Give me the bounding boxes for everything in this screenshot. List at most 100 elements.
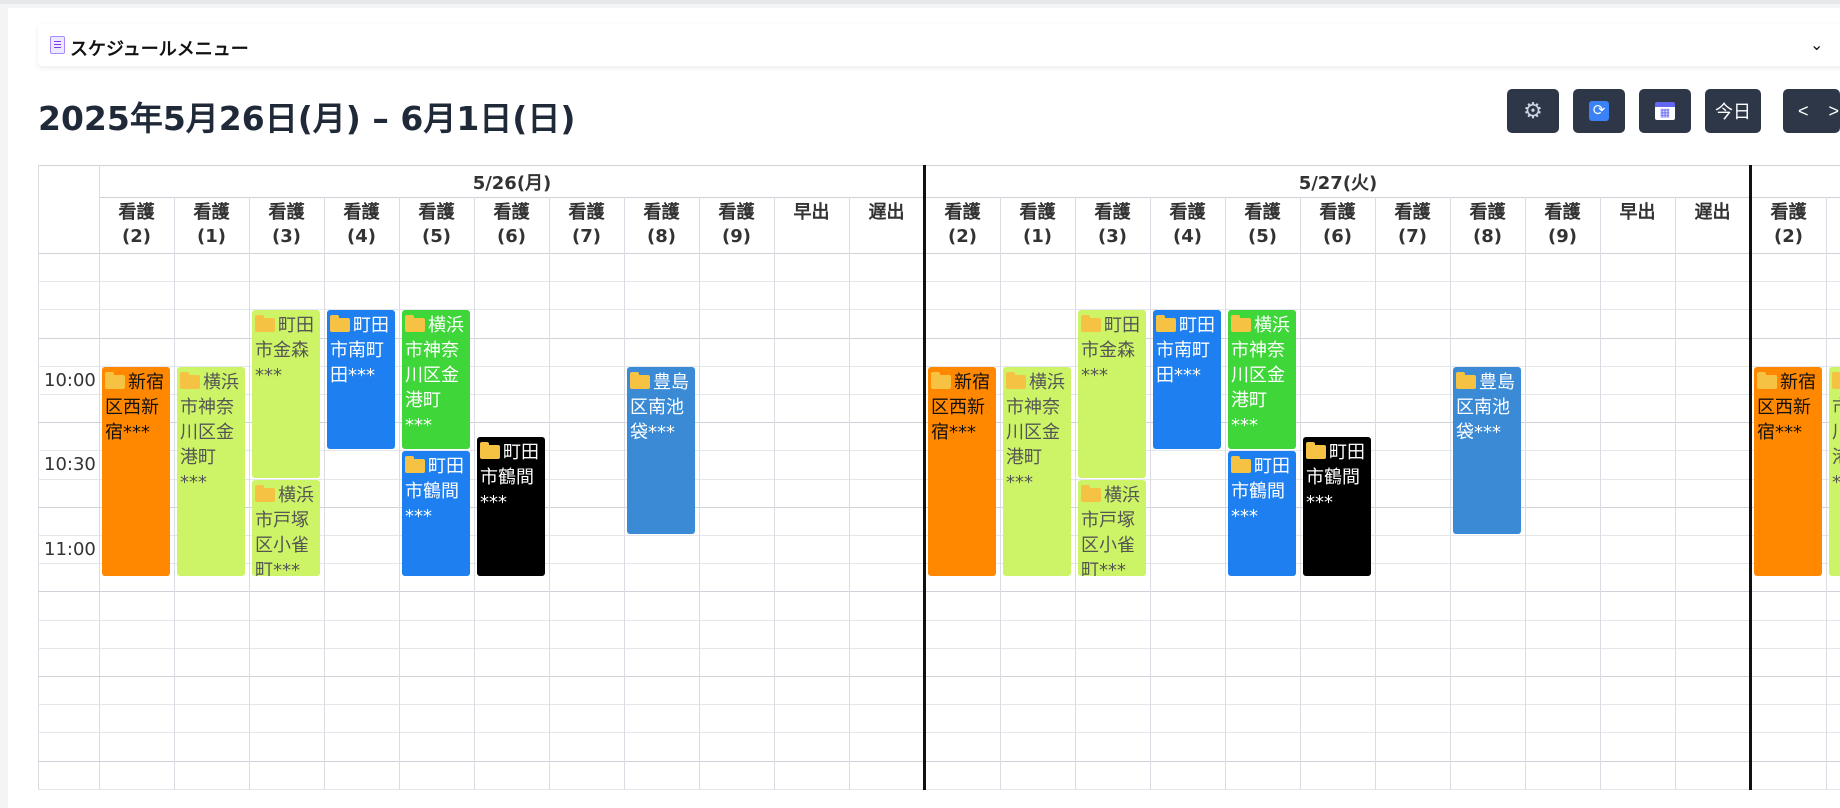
- column-divider: [1150, 197, 1151, 790]
- calendar-button[interactable]: ▦: [1639, 89, 1691, 133]
- hour-line: [38, 676, 1840, 677]
- schedule-event[interactable]: 町田市南町田***: [327, 310, 395, 450]
- event-title: 横浜市神奈川区金港町***: [1006, 371, 1065, 493]
- next-button[interactable]: >: [1829, 101, 1840, 122]
- column-divider: [1450, 197, 1451, 790]
- column-header: 看護 (3): [1094, 202, 1131, 247]
- time-column-border: [99, 165, 100, 790]
- column-divider: [774, 197, 775, 790]
- column-header: 看護 (3): [268, 202, 305, 247]
- schedule-event[interactable]: 横浜市神奈川区金港町***: [177, 366, 245, 577]
- column-header: 看護 (6): [1319, 202, 1356, 247]
- column-header: 看護 (8): [1469, 202, 1506, 247]
- time-label: 11:00: [44, 539, 96, 560]
- top-bar: [0, 0, 1840, 4]
- day-header: 5/27(火): [1298, 173, 1378, 194]
- folder-icon: [1832, 371, 1840, 389]
- folder-icon: [1006, 371, 1026, 389]
- column-divider: [399, 197, 400, 790]
- schedule-event[interactable]: 新宿区西新宿***: [102, 366, 170, 577]
- column-divider: [174, 197, 175, 790]
- schedule-event[interactable]: 新宿区西新宿***: [928, 366, 996, 577]
- column-divider: [474, 197, 475, 790]
- column-header: 看護 (4): [1169, 202, 1206, 247]
- column-divider: [324, 197, 325, 790]
- slot-line: [38, 619, 1840, 621]
- day-header-separator: [99, 197, 1840, 198]
- column-header: 看護 (9): [718, 202, 755, 247]
- day-divider: [923, 165, 926, 790]
- schedule-event[interactable]: 町田市鶴間***: [402, 451, 470, 577]
- folder-icon: [330, 315, 350, 333]
- column-header: 看護 (8): [643, 202, 680, 247]
- column-header: 看護 (5): [418, 202, 455, 247]
- folder-icon: [255, 484, 275, 502]
- slot-line: [38, 647, 1840, 649]
- folder-icon: [630, 371, 650, 389]
- schedule-event[interactable]: 豊島区南池袋***: [627, 366, 695, 534]
- column-header: 看護 (2): [1770, 202, 1807, 247]
- column-divider: [624, 197, 625, 790]
- column-divider: [1600, 197, 1601, 790]
- calendar-icon: ▦: [1655, 102, 1675, 120]
- column-header: 看護 (1): [1019, 202, 1056, 247]
- schedule-event[interactable]: 町田市南町田***: [1153, 310, 1221, 450]
- schedule-event[interactable]: 町田市鶴間***: [477, 437, 545, 577]
- slot-line: [38, 732, 1840, 734]
- schedule-menu[interactable]: スケジュールメニュー ⌄: [38, 24, 1840, 66]
- time-label: 10:00: [44, 369, 96, 391]
- schedule-event[interactable]: 町田市金森***: [252, 310, 320, 478]
- memo-icon: [50, 36, 65, 54]
- schedule-event[interactable]: 横浜市戸塚区小雀町***: [252, 479, 320, 577]
- prev-button[interactable]: <: [1798, 101, 1809, 122]
- folder-icon: [180, 371, 200, 389]
- schedule-event[interactable]: 新宿区西新宿***: [1754, 366, 1822, 577]
- schedule-event[interactable]: 町田市鶴間***: [1303, 437, 1371, 577]
- folder-icon: [105, 371, 125, 389]
- column-divider: [1375, 197, 1376, 790]
- schedule-event[interactable]: 横浜市神奈川区金港町***: [402, 310, 470, 450]
- schedule-event[interactable]: 横浜市神奈川区金港町***: [1228, 310, 1296, 450]
- column-header: 看護 (9): [1544, 202, 1581, 247]
- column-divider: [1675, 197, 1676, 790]
- schedule-grid: 5/26(月) 看護 (2) 看護 (1) 看護 (3) 看護 (4) 看護 (5) 看護 …: [38, 165, 1840, 790]
- column-header: 早出: [793, 202, 830, 223]
- today-button[interactable]: 今日: [1705, 89, 1761, 133]
- column-divider: [699, 197, 700, 790]
- column-header: 看護 (5): [1244, 202, 1281, 247]
- schedule-event[interactable]: 横浜市戸塚区小雀町***: [1078, 479, 1146, 577]
- folder-icon: [405, 315, 425, 333]
- chevron-down-icon[interactable]: ⌄: [1810, 35, 1823, 54]
- grid-top-border: [38, 165, 1840, 166]
- nav-button-group[interactable]: < >: [1783, 89, 1840, 133]
- refresh-button[interactable]: ⟳: [1573, 89, 1625, 133]
- schedule-event[interactable]: 豊島区南池袋***: [1453, 366, 1521, 534]
- column-header: 看護 (2): [118, 202, 155, 247]
- event-title: 横浜市神奈川区金港町***: [1832, 372, 1840, 493]
- folder-icon: [1306, 442, 1326, 460]
- folder-icon: [1081, 484, 1101, 502]
- folder-icon: [405, 456, 425, 474]
- slot-line: [38, 704, 1840, 706]
- schedule-event[interactable]: 町田市鶴間***: [1228, 451, 1296, 577]
- event-title: 横浜市神奈川区金港町***: [180, 371, 239, 493]
- schedule-event[interactable]: 横浜市神奈川区金港町***: [1003, 366, 1071, 577]
- folder-icon: [1456, 371, 1476, 389]
- column-header: 看護 (2): [944, 202, 981, 247]
- time-label: 10:30: [44, 454, 96, 476]
- column-divider: [1300, 197, 1301, 790]
- column-divider: [549, 197, 550, 790]
- page-title: 2025年5月26日(月) – 6月1日(日): [38, 99, 576, 138]
- settings-button[interactable]: ⚙: [1507, 89, 1559, 133]
- column-divider: [1525, 197, 1526, 790]
- column-header: 看護 (7): [1394, 202, 1431, 247]
- column-header: 看護 (1): [193, 202, 230, 247]
- folder-icon: [931, 371, 951, 389]
- folder-icon: [1156, 315, 1176, 333]
- column-header: 遅出: [1694, 202, 1731, 223]
- header-bottom-border: [38, 253, 1840, 254]
- column-header: 看護 (6): [493, 202, 530, 247]
- schedule-event[interactable]: 町田市金森***: [1078, 310, 1146, 478]
- folder-icon: [1231, 456, 1251, 474]
- schedule-event[interactable]: 横浜市神奈川区金港町***: [1829, 366, 1840, 577]
